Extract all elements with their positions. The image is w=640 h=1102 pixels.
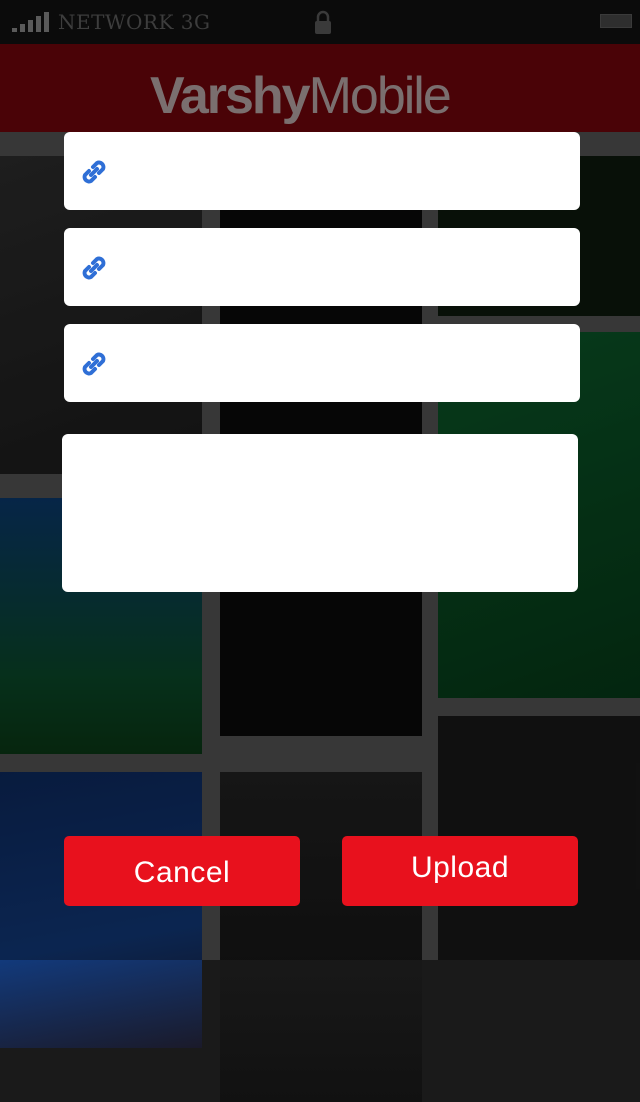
link-input-3[interactable] xyxy=(134,338,568,390)
link-input-1[interactable] xyxy=(134,146,568,198)
signal-bars-icon xyxy=(12,12,52,32)
link-icon xyxy=(82,352,106,376)
carrier-label: NETWORK 3G xyxy=(58,10,211,34)
varshymobile-logo: VarshyMobile xyxy=(150,67,452,125)
link-field-2[interactable] xyxy=(64,228,580,306)
link-input-2[interactable] xyxy=(134,242,568,294)
link-icon xyxy=(82,256,106,280)
lock-icon xyxy=(315,10,331,34)
status-bar: NETWORK 3G xyxy=(0,0,640,44)
description-textarea[interactable] xyxy=(72,444,570,584)
app-header: VarshyMobile xyxy=(0,44,640,132)
description-box[interactable] xyxy=(62,434,578,592)
link-field-3[interactable] xyxy=(64,324,580,402)
link-icon xyxy=(82,160,106,184)
link-field-1[interactable] xyxy=(64,132,580,210)
upload-button[interactable]: Upload xyxy=(342,836,578,906)
battery-icon xyxy=(600,14,632,28)
cancel-button[interactable]: Cancel xyxy=(64,836,300,906)
